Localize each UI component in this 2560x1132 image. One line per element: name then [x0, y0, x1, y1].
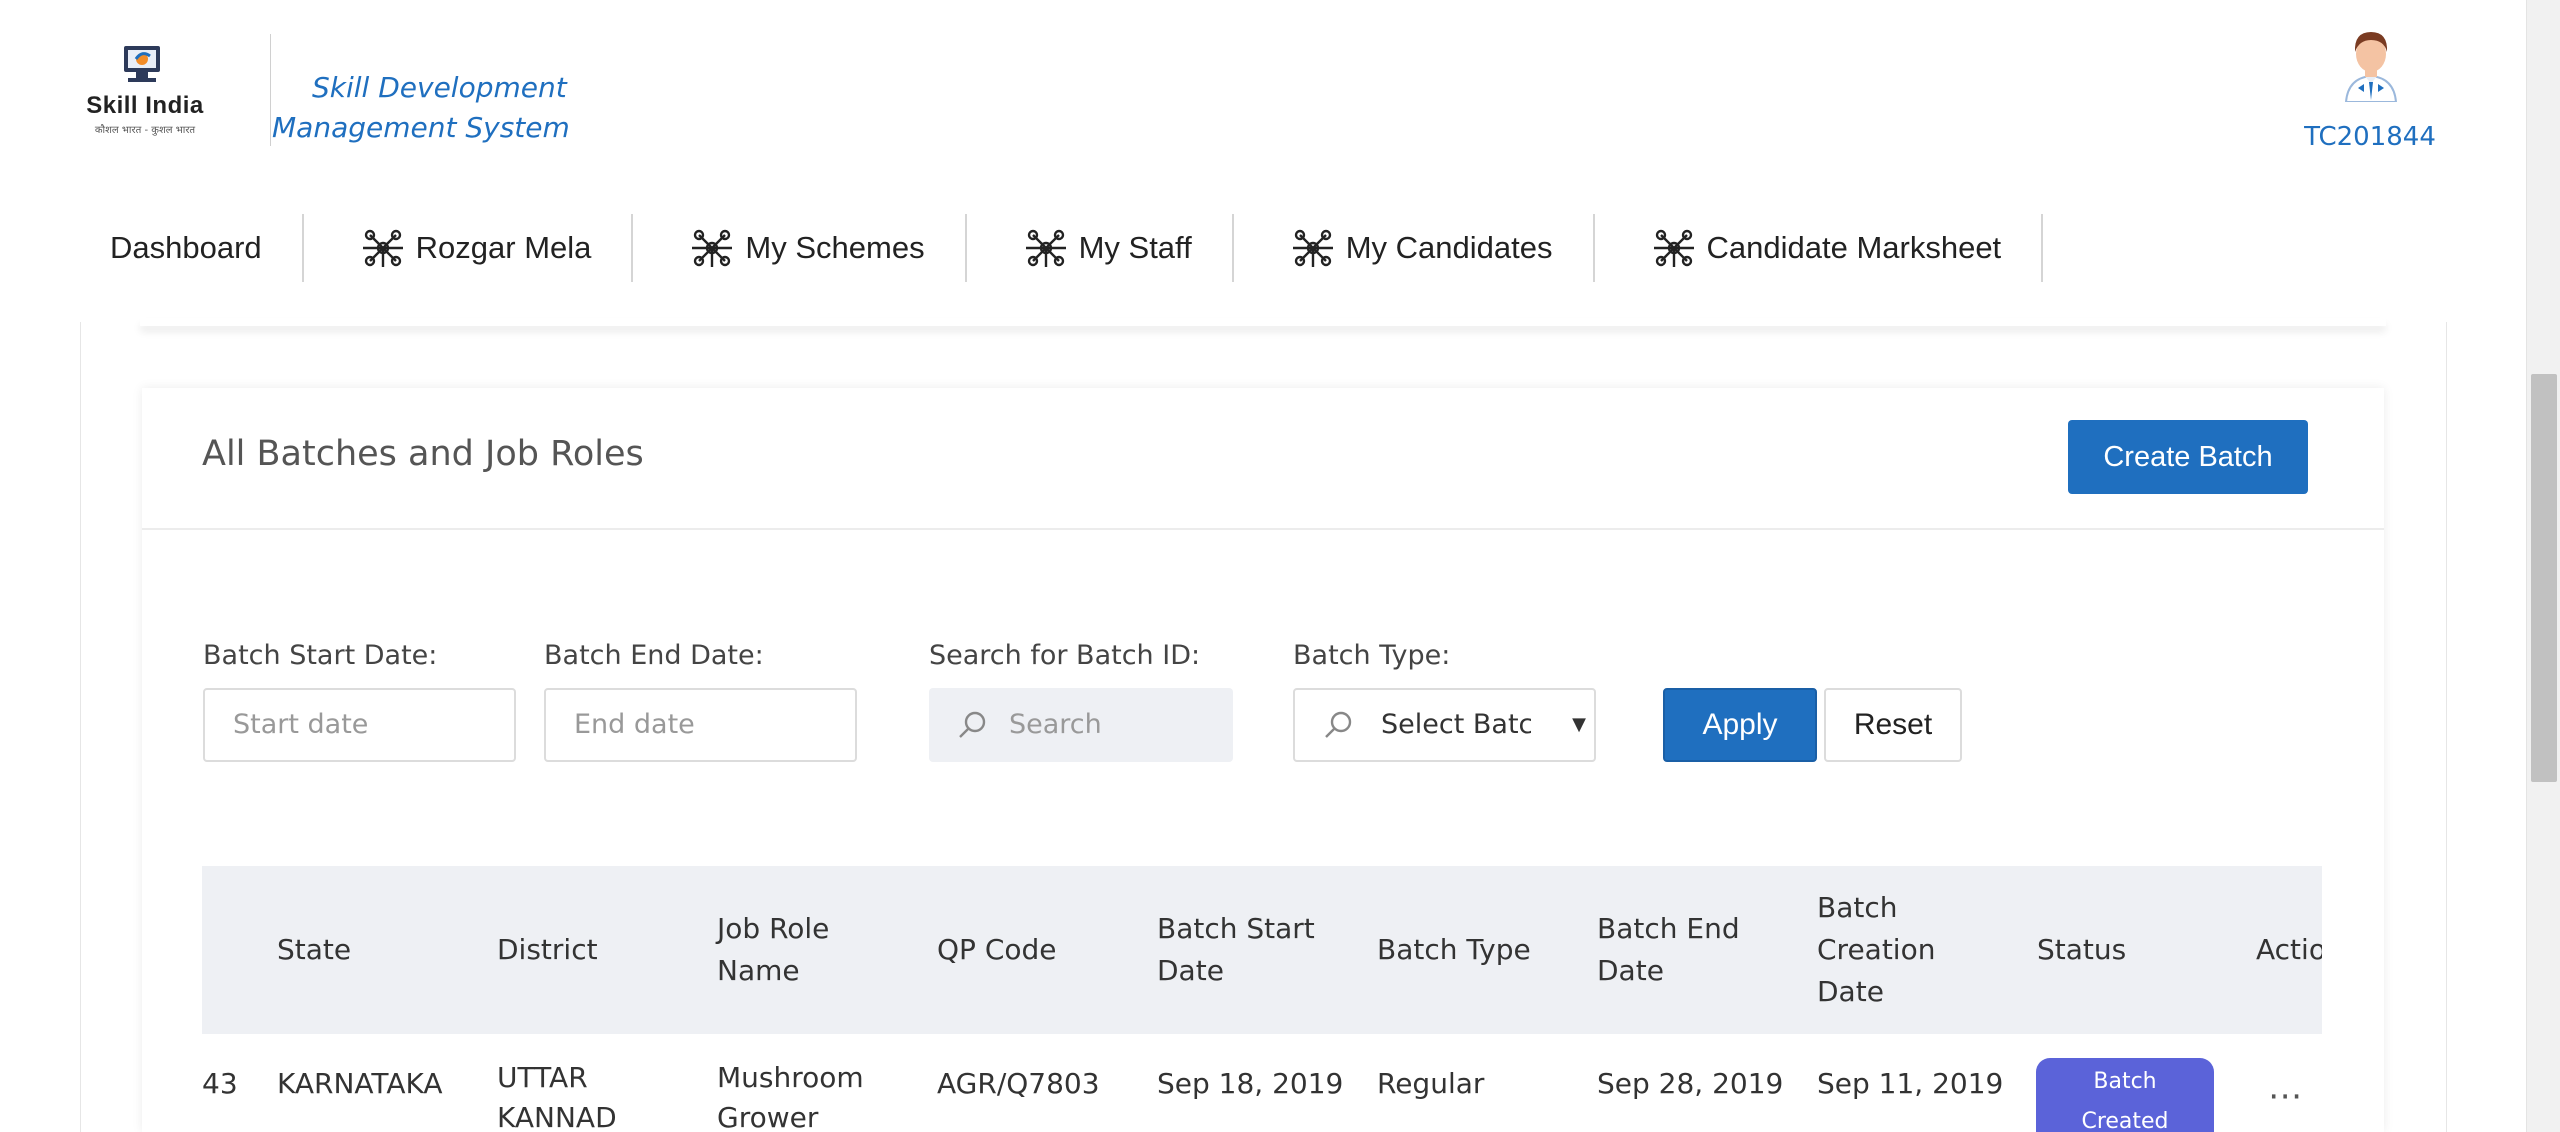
cell-id: 43 [202, 1067, 238, 1100]
logo-subtext: कौशल भारत - कुशल भारत [94, 125, 196, 136]
nav-my-staff[interactable]: My Staff [967, 214, 1234, 282]
nav-my-schemes-label: My Schemes [745, 230, 925, 265]
col-batch-end-date[interactable]: Batch End Date [1597, 866, 1740, 1034]
header-divider [270, 34, 271, 146]
nav-my-candidates[interactable]: My Candidates [1234, 214, 1595, 282]
batch-type-select[interactable]: Select Batch Type ▼ [1293, 688, 1596, 762]
network-icon [1653, 229, 1694, 267]
cell-batch-type: Regular [1377, 1067, 1485, 1100]
batch-type-label: Batch Type: [1293, 640, 1451, 671]
cell-qp-code: AGR/Q7803 [937, 1067, 1100, 1100]
scrollbar-thumb[interactable] [2531, 374, 2557, 782]
end-date-label: Batch End Date: [544, 640, 764, 671]
cell-batch-end: Sep 28, 2019 [1597, 1067, 1784, 1100]
chevron-down-icon: ▼ [1572, 714, 1586, 735]
nav-rozgar-mela-label: Rozgar Mela [415, 230, 592, 265]
cell-creation-date: Sep 11, 2019 [1817, 1067, 2004, 1100]
page-scrollbar[interactable] [2526, 0, 2560, 1132]
end-date-input[interactable]: End date [544, 688, 857, 762]
table-toolbar [202, 822, 2322, 866]
batch-id-search-input[interactable]: Search [929, 688, 1233, 762]
network-icon [362, 229, 403, 267]
user-id[interactable]: TC201844 [2300, 122, 2440, 152]
card-title: All Batches and Job Roles [202, 434, 644, 474]
create-batch-button[interactable]: Create Batch [2068, 420, 2308, 494]
content-right-edge [2446, 322, 2447, 1132]
col-batch-creation-date[interactable]: Batch Creation Date [1817, 866, 1935, 1034]
nav-my-schemes[interactable]: My Schemes [633, 214, 967, 282]
nav-rozgar-mela[interactable]: Rozgar Mela [304, 214, 634, 282]
logo-mark-icon [124, 46, 160, 82]
col-qp-code[interactable]: QP Code [937, 866, 1057, 1034]
nav-dashboard-label: Dashboard [110, 230, 262, 265]
search-icon [959, 711, 986, 738]
network-icon [1292, 229, 1333, 267]
apply-button[interactable]: Apply [1663, 688, 1817, 762]
more-actions-icon[interactable]: ⋯ [2268, 1076, 2304, 1116]
logo-text: Skill India [86, 92, 204, 119]
table-header: State District Job Role Name QP Code Bat… [202, 866, 2322, 1034]
col-status[interactable]: Status [2037, 866, 2126, 1034]
col-batch-start-date[interactable]: Batch Start Date [1157, 866, 1315, 1034]
cell-state: KARNATAKA [277, 1067, 443, 1100]
nav-my-staff-label: My Staff [1078, 230, 1192, 265]
nav-candidate-marksheet-label: Candidate Marksheet [1706, 230, 2002, 265]
content-left-edge [80, 322, 81, 1132]
reset-button[interactable]: Reset [1824, 688, 1962, 762]
start-date-input[interactable]: Start date [203, 688, 516, 762]
cell-batch-start: Sep 18, 2019 [1157, 1067, 1344, 1100]
col-district[interactable]: District [497, 866, 598, 1034]
start-date-label: Batch Start Date: [203, 640, 438, 671]
network-icon [1025, 229, 1066, 267]
col-job-role-name[interactable]: Job Role Name [717, 866, 829, 1034]
nav-dashboard[interactable]: Dashboard [88, 214, 304, 282]
user-avatar[interactable] [2340, 28, 2402, 102]
network-icon [692, 229, 733, 267]
search-icon [1325, 711, 1352, 738]
col-state[interactable]: State [277, 866, 351, 1034]
nav-candidate-marksheet[interactable]: Candidate Marksheet [1595, 214, 2044, 282]
cell-job-role: Mushroom Grower [717, 1061, 864, 1132]
batch-type-placeholder: Select Batch Type [1381, 709, 1531, 740]
status-badge: Batch Created [2036, 1058, 2214, 1132]
nav-shadow [140, 318, 2386, 326]
nav-my-candidates-label: My Candidates [1345, 230, 1553, 265]
page: Skill India कौशल भारत - कुशल भारत Skill … [0, 0, 2560, 1132]
col-batch-type[interactable]: Batch Type [1377, 866, 1531, 1034]
batches-table: State District Job Role Name QP Code Bat… [202, 822, 2322, 1132]
col-action: Actio [2256, 933, 2322, 966]
card-header: All Batches and Job Roles Create Batch [142, 388, 2384, 530]
batch-id-label: Search for Batch ID: [929, 640, 1201, 671]
batch-id-placeholder: Search [1009, 709, 1102, 740]
app-title: Skill Development Management System [272, 71, 570, 144]
skill-india-logo[interactable]: Skill India कौशल भारत - कुशल भारत [80, 40, 210, 140]
main-nav: Dashboard Rozgar Mela My Schemes My Staf… [88, 214, 2044, 282]
cell-district: UTTAR KANNAD [497, 1061, 617, 1132]
